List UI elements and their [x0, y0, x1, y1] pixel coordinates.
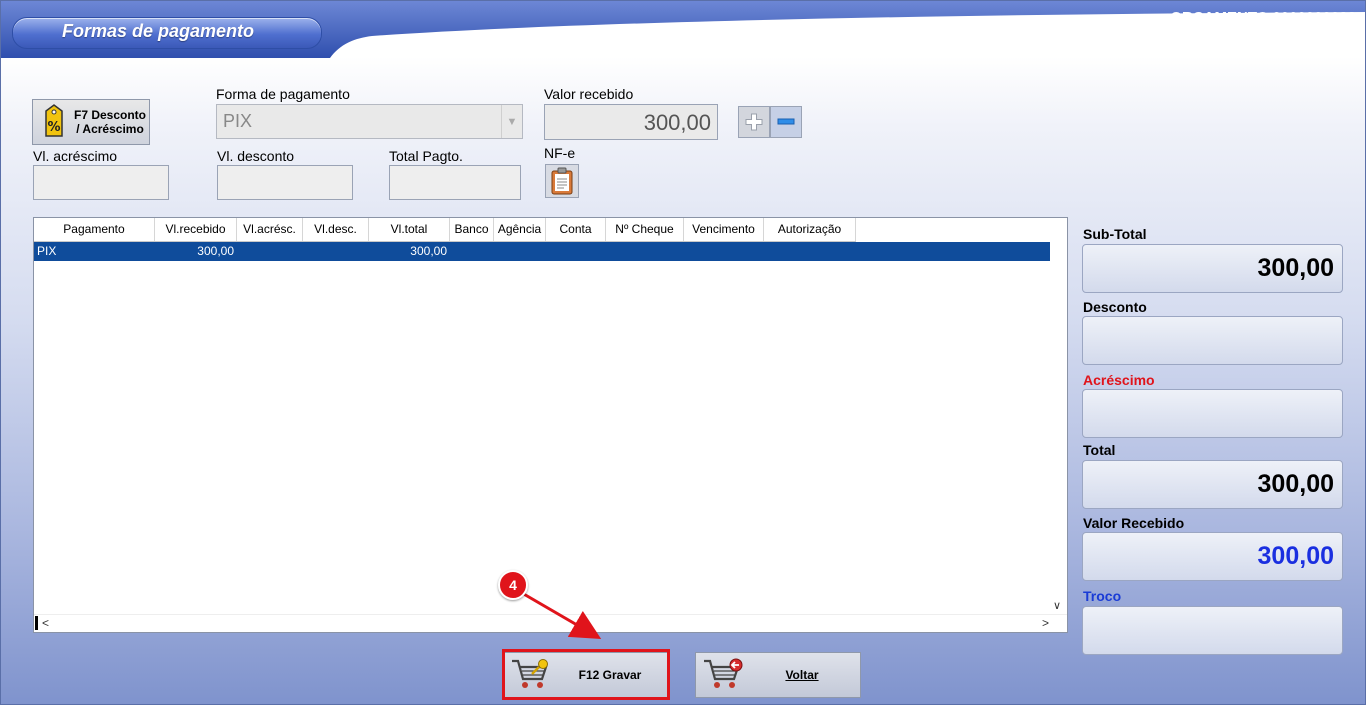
nfe-label: NF-e [544, 145, 576, 161]
surcharge-value [1082, 389, 1343, 438]
received-value: 300,00 [1082, 532, 1343, 581]
amount-received-input[interactable]: 300,00 [544, 104, 718, 140]
nfe-button[interactable] [545, 164, 579, 198]
total-payment-label: Total Pagto. [389, 148, 463, 164]
back-button[interactable]: Voltar [695, 652, 861, 698]
change-label: Troco [1083, 588, 1122, 604]
discount-label: Desconto [1083, 299, 1147, 315]
surcharge-value-input[interactable] [33, 165, 169, 200]
clipboard-icon [551, 167, 573, 195]
scroll-thumb[interactable] [35, 616, 38, 630]
amount-received-label: Valor recebido [544, 86, 634, 102]
chevron-down-icon[interactable]: ▼ [501, 105, 522, 138]
discount-value [1082, 316, 1343, 365]
table-cell [303, 242, 369, 261]
table-cell [606, 242, 684, 261]
payment-method-value: PIX [223, 111, 253, 131]
step-marker: 4 [498, 570, 528, 600]
total-value: 300,00 [1082, 460, 1343, 509]
surcharge-label: Acréscimo [1083, 372, 1155, 388]
change-value [1082, 606, 1343, 655]
cart-back-icon [702, 657, 744, 694]
grid-column-header[interactable]: Pagamento [34, 218, 155, 241]
table-cell: PIX [37, 244, 57, 258]
discount-value-input[interactable] [217, 165, 353, 200]
payment-method-select[interactable]: PIX ▼ [216, 104, 523, 139]
payments-grid[interactable]: Pagamento Vl.recebido Vl.acrésc. Vl.desc. Vl… [33, 217, 1068, 633]
grid-column-header[interactable]: Vl.acrésc. [237, 218, 303, 241]
window-title: Formas de pagamento [62, 21, 255, 41]
minus-icon [777, 118, 795, 125]
grid-column-header[interactable]: Autorização [764, 218, 856, 241]
table-cell [764, 242, 856, 261]
grid-column-header[interactable]: Vl.desc. [303, 218, 369, 241]
discount-value-label: Vl. desconto [217, 148, 295, 164]
grid-column-header[interactable]: Vencimento [684, 218, 764, 241]
back-button-label: Voltar [785, 668, 819, 682]
horizontal-scrollbar[interactable]: < > [34, 614, 1067, 632]
orcamento-number: ORÇAMENTO 0000000083 [1170, 9, 1356, 26]
discount-surcharge-button[interactable]: % F7 Desconto / Acréscimo [32, 99, 150, 145]
received-label: Valor Recebido [1083, 515, 1185, 531]
save-button[interactable]: F12 Gravar [503, 652, 669, 698]
grid-column-header[interactable]: Vl.recebido [155, 218, 237, 241]
discount-button-label: F7 Desconto / Acréscimo [74, 108, 147, 136]
table-cell [450, 242, 494, 261]
table-cell: 300,00 [197, 244, 234, 258]
top-banner: Formas de pagamento ORÇAMENTO 0000000083 [0, 0, 1366, 60]
total-label: Total [1083, 442, 1116, 458]
svg-text:%: % [47, 120, 60, 135]
surcharge-value-label: Vl. acréscimo [33, 148, 118, 164]
table-cell [546, 242, 606, 261]
save-button-label: F12 Gravar [578, 668, 642, 682]
grid-column-header[interactable]: Conta [546, 218, 606, 241]
total-payment-input[interactable] [389, 165, 521, 200]
grid-column-header[interactable]: Nº Cheque [606, 218, 684, 241]
scroll-right-icon[interactable]: > [1042, 616, 1049, 630]
grid-column-header[interactable]: Vl.total [369, 218, 450, 241]
plus-icon [745, 113, 763, 131]
table-cell [237, 242, 303, 261]
vertical-scrollbar[interactable]: ∨ [1050, 218, 1067, 614]
subtotal-label: Sub-Total [1083, 226, 1147, 242]
scroll-down-icon[interactable]: ∨ [1053, 599, 1061, 612]
table-cell [684, 242, 764, 261]
grid-column-header[interactable]: Banco [450, 218, 494, 241]
subtotal-value: 300,00 [1082, 244, 1343, 293]
price-tag-icon: % [38, 103, 70, 142]
payment-method-label: Forma de pagamento [216, 86, 350, 102]
table-cell [494, 242, 546, 261]
grid-column-header[interactable]: Agência [494, 218, 546, 241]
add-payment-button[interactable] [738, 106, 770, 138]
cart-key-icon [510, 657, 552, 694]
table-row[interactable]: PIX 300,00 300,00 [34, 242, 1050, 261]
remove-payment-button[interactable] [770, 106, 802, 138]
scroll-left-icon[interactable]: < [42, 616, 49, 630]
grid-header: Pagamento Vl.recebido Vl.acrésc. Vl.desc. Vl… [34, 218, 856, 242]
table-cell: 300,00 [410, 244, 447, 258]
